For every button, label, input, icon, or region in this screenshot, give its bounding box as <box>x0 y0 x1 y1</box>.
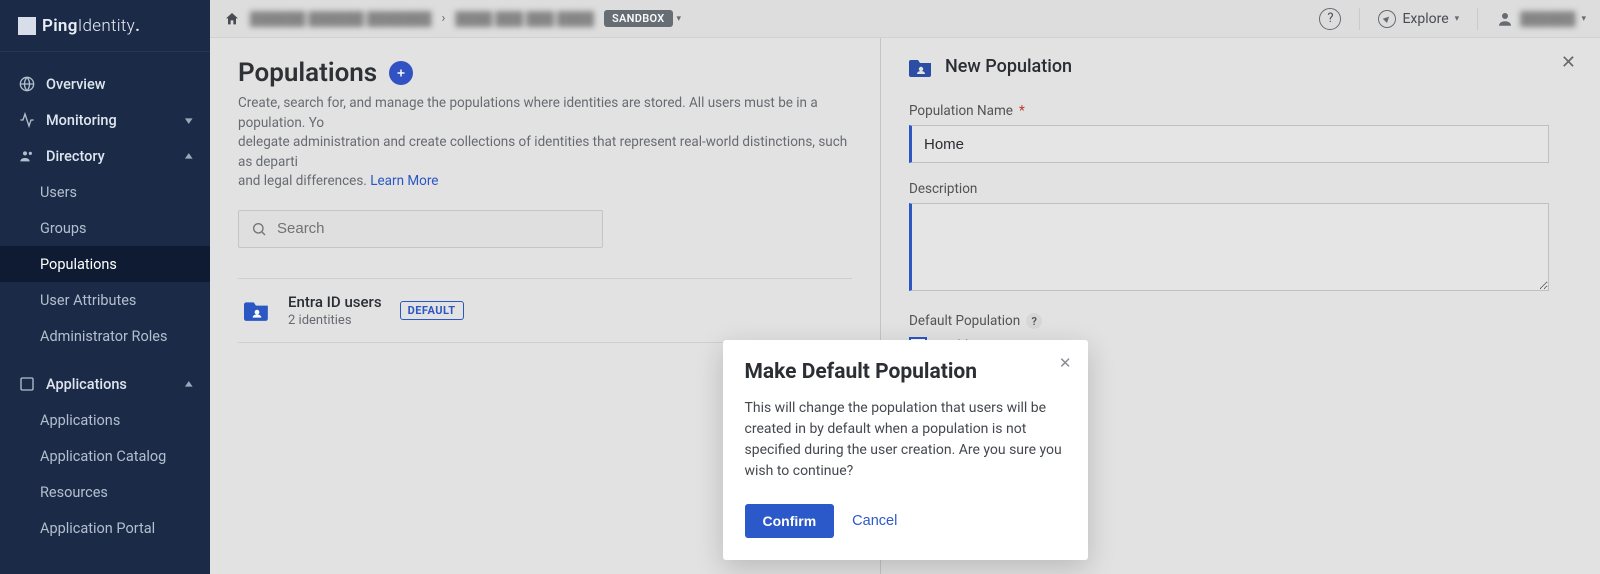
nav-label: Groups <box>40 220 87 237</box>
globe-icon <box>18 76 36 92</box>
nav-users[interactable]: Users <box>0 174 210 210</box>
nav-label: User Attributes <box>40 292 136 309</box>
confirm-default-modal: ✕ Make Default Population This will chan… <box>723 340 1088 560</box>
chevron-up-icon: ▾ <box>185 378 193 391</box>
brand-name-b: Identity <box>78 16 135 36</box>
brand-mark-icon <box>18 17 36 35</box>
chevron-down-icon: ▾ <box>185 114 193 127</box>
apps-icon <box>18 376 36 392</box>
nav-applications[interactable]: Applications <box>0 402 210 438</box>
nav-populations[interactable]: Populations <box>0 246 210 282</box>
brand-logo: PingIdentity. <box>0 0 210 52</box>
nav-applications-section[interactable]: Applications ▾ <box>0 366 210 402</box>
nav-label: Populations <box>40 256 117 273</box>
brand-name: PingIdentity. <box>42 16 140 36</box>
nav-label: Administrator Roles <box>40 328 167 345</box>
confirm-button[interactable]: Confirm <box>745 504 835 538</box>
nav-application-catalog[interactable]: Application Catalog <box>0 438 210 474</box>
sidebar: PingIdentity. Overview Monitoring ▾ <box>0 0 210 574</box>
nav-groups[interactable]: Groups <box>0 210 210 246</box>
nav-application-portal[interactable]: Application Portal <box>0 510 210 546</box>
activity-icon <box>18 112 36 128</box>
nav-label: Overview <box>46 76 106 93</box>
nav-label: Application Portal <box>40 520 155 537</box>
nav-label: Applications <box>46 376 127 393</box>
nav-resources[interactable]: Resources <box>0 474 210 510</box>
primary-nav: Overview Monitoring ▾ Directory ▾ Users … <box>0 52 210 546</box>
nav-overview[interactable]: Overview <box>0 66 210 102</box>
chevron-up-icon: ▾ <box>185 150 193 163</box>
modal-title: Make Default Population <box>745 360 1066 384</box>
nav-label: Users <box>40 184 77 201</box>
nav-admin-roles[interactable]: Administrator Roles <box>0 318 210 354</box>
nav-directory[interactable]: Directory ▾ <box>0 138 210 174</box>
cancel-button[interactable]: Cancel <box>852 513 897 529</box>
modal-body: This will change the population that use… <box>745 398 1066 482</box>
nav-user-attributes[interactable]: User Attributes <box>0 282 210 318</box>
nav-label: Application Catalog <box>40 448 166 465</box>
nav-label: Resources <box>40 484 108 501</box>
nav-label: Applications <box>40 412 120 429</box>
modal-actions: Confirm Cancel <box>745 504 1066 538</box>
nav-label: Monitoring <box>46 112 117 129</box>
nav-monitoring[interactable]: Monitoring ▾ <box>0 102 210 138</box>
brand-name-a: Ping <box>42 16 78 36</box>
close-modal-button[interactable]: ✕ <box>1059 354 1072 372</box>
users-icon <box>18 148 36 164</box>
modal-backdrop: ✕ Make Default Population This will chan… <box>210 0 1600 574</box>
nav-label: Directory <box>46 148 105 165</box>
main-area: ██████ ██████ ███████ › ████ ███ ███ ███… <box>210 0 1600 574</box>
